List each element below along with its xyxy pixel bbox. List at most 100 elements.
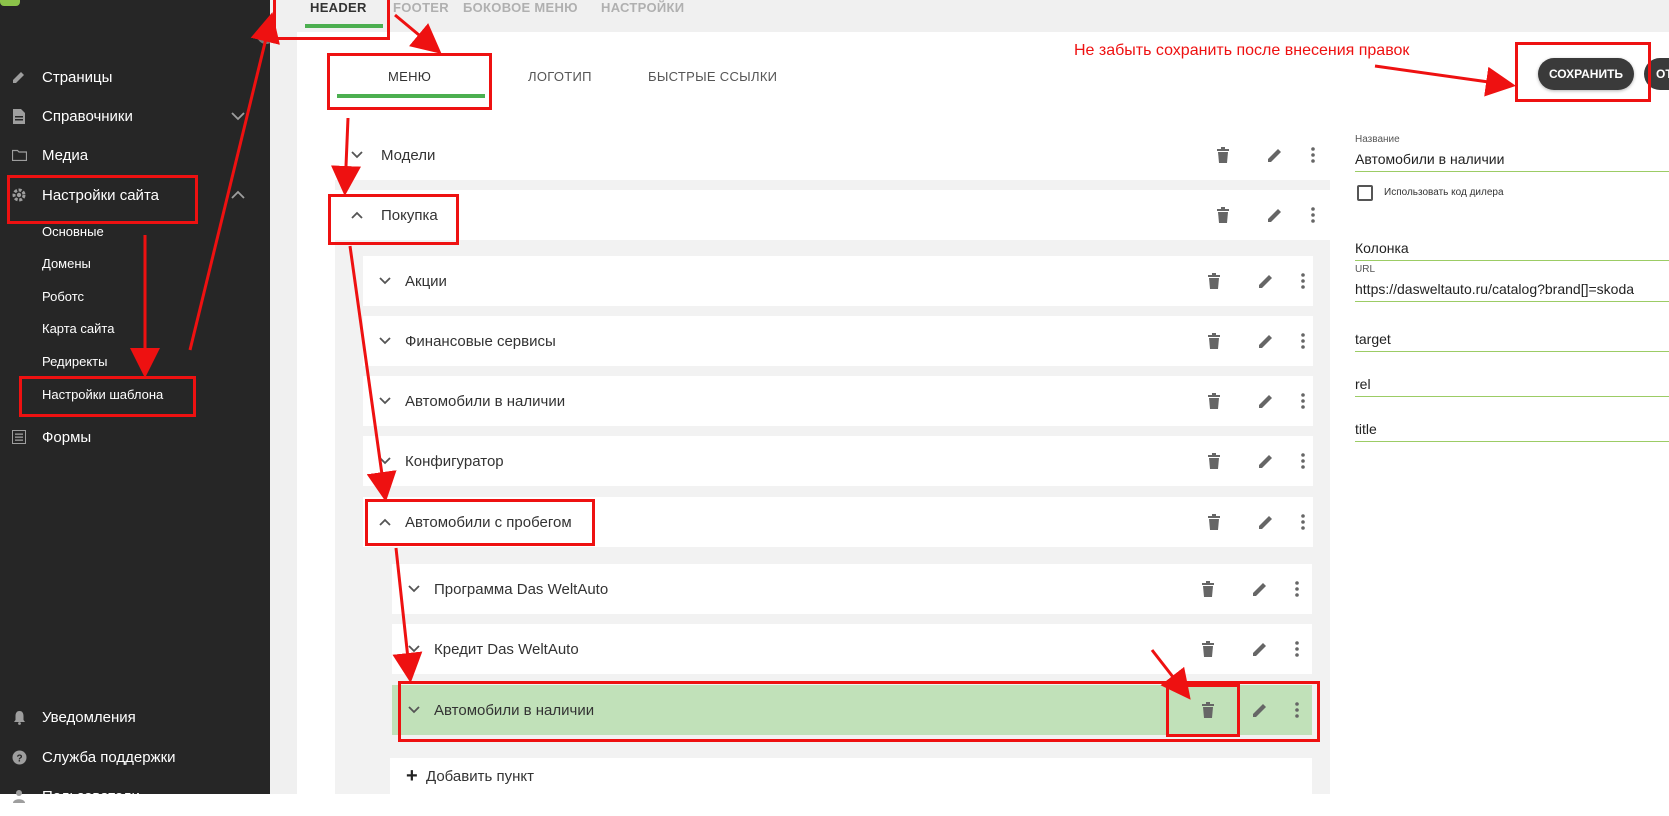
- edit-icon[interactable]: [1250, 700, 1270, 720]
- tab-quick-links[interactable]: БЫСТРЫЕ ССЫЛКИ: [648, 69, 777, 84]
- sidebar-item-media[interactable]: Медиа: [0, 135, 270, 175]
- edit-icon[interactable]: [1250, 579, 1270, 599]
- edit-icon[interactable]: [1265, 205, 1285, 225]
- annotation-note: Не забыть сохранить после внесения право…: [1074, 42, 1410, 59]
- more-vert-icon[interactable]: [1287, 639, 1307, 659]
- url-field[interactable]: https://dasweltauto.ru/catalog?brand[]=s…: [1355, 281, 1669, 302]
- tab-settings[interactable]: НАСТРОЙКИ: [601, 0, 684, 15]
- tab-side-menu[interactable]: БОКОВОЕ МЕНЮ: [463, 0, 578, 15]
- trash-icon[interactable]: [1198, 700, 1218, 720]
- trash-icon[interactable]: [1204, 512, 1224, 532]
- add-menu-item-button[interactable]: + Добавить пункт: [390, 758, 1312, 794]
- name-field[interactable]: Автомобили в наличии: [1355, 151, 1669, 172]
- menu-item-label: Кредит Das WeltAuto: [434, 640, 579, 658]
- edit-icon[interactable]: [1256, 331, 1276, 351]
- chevron-up-icon[interactable]: [377, 514, 393, 530]
- target-field[interactable]: target: [1355, 331, 1669, 352]
- tab-logo[interactable]: ЛОГОТИП: [528, 69, 592, 84]
- chevron-down-icon[interactable]: [406, 702, 422, 718]
- list-icon: [10, 428, 28, 446]
- sidebar-item-site-settings[interactable]: Настройки сайта: [0, 175, 270, 215]
- edit-icon[interactable]: [1265, 145, 1285, 165]
- trash-icon[interactable]: [1204, 271, 1224, 291]
- sidebar-subitem-template-settings[interactable]: Настройки шаблона: [42, 387, 163, 402]
- document-icon: [10, 107, 28, 125]
- tab-menu[interactable]: МЕНЮ: [388, 69, 431, 84]
- menu-item[interactable]: Автомобили с пробегом: [363, 497, 1313, 547]
- sidebar-item-label: Справочники: [42, 107, 133, 125]
- trash-icon[interactable]: [1204, 451, 1224, 471]
- menu-item[interactable]: Кредит Das WeltAuto: [392, 624, 1312, 674]
- edit-icon[interactable]: [1256, 512, 1276, 532]
- pencil-icon: [10, 68, 28, 86]
- menu-item[interactable]: Модели: [335, 130, 1330, 180]
- edit-icon[interactable]: [1256, 451, 1276, 471]
- trash-icon[interactable]: [1198, 579, 1218, 599]
- edit-icon[interactable]: [1256, 391, 1276, 411]
- trash-icon[interactable]: [1213, 205, 1233, 225]
- chevron-down-icon[interactable]: [349, 147, 365, 163]
- chevron-up-icon[interactable]: [349, 207, 365, 223]
- more-vert-icon[interactable]: [1287, 579, 1307, 599]
- menu-item[interactable]: Конфигуратор: [363, 436, 1313, 486]
- menu-item[interactable]: Акции: [363, 256, 1313, 306]
- tab-footer[interactable]: FOOTER: [393, 0, 449, 15]
- menu-item[interactable]: Программа Das WeltAuto: [392, 564, 1312, 614]
- column-field[interactable]: Колонка: [1355, 240, 1669, 261]
- trash-icon[interactable]: [1204, 331, 1224, 351]
- sidebar-subitem-domains[interactable]: Домены: [42, 256, 91, 271]
- more-vert-icon[interactable]: [1293, 451, 1313, 471]
- edit-icon[interactable]: [1250, 639, 1270, 659]
- edit-icon[interactable]: [1256, 271, 1276, 291]
- rel-field[interactable]: rel: [1355, 376, 1669, 397]
- more-vert-icon[interactable]: [1293, 391, 1313, 411]
- more-vert-icon[interactable]: [1303, 145, 1323, 165]
- secondary-button[interactable]: ОТ: [1644, 58, 1669, 90]
- chevron-down-icon[interactable]: [377, 273, 393, 289]
- more-vert-icon[interactable]: [1287, 700, 1307, 720]
- sidebar-item-directories[interactable]: Справочники: [0, 96, 270, 136]
- menu-item[interactable]: Автомобили в наличии: [363, 376, 1313, 426]
- sidebar-subitem-robots[interactable]: Роботс: [42, 289, 84, 304]
- more-vert-icon[interactable]: [1293, 271, 1313, 291]
- sidebar-item-pages[interactable]: Страницы: [0, 57, 270, 97]
- menu-item-label: Модели: [381, 146, 436, 164]
- menu-item[interactable]: Покупка: [335, 190, 1330, 240]
- sidebar: Страницы Справочники Медиа Настройки сай…: [0, 0, 270, 805]
- menu-item[interactable]: Финансовые сервисы: [363, 316, 1313, 366]
- sidebar-item-notifications[interactable]: Уведомления: [0, 697, 270, 737]
- sidebar-item-support[interactable]: ? Служба поддержки: [0, 737, 270, 777]
- menu-item-label: Автомобили в наличии: [405, 392, 566, 410]
- gear-icon: [10, 186, 28, 204]
- chevron-down-icon[interactable]: [377, 333, 393, 349]
- chevron-down-icon[interactable]: [377, 453, 393, 469]
- chevron-up-icon[interactable]: [230, 187, 246, 203]
- chevron-down-icon[interactable]: [406, 641, 422, 657]
- dealer-code-checkbox[interactable]: [1357, 185, 1373, 201]
- sidebar-subitem-sitemap[interactable]: Карта сайта: [42, 321, 114, 336]
- name-label: Название: [1355, 134, 1400, 145]
- sidebar-item-forms[interactable]: Формы: [0, 417, 270, 457]
- chevron-down-icon[interactable]: [230, 108, 246, 124]
- title-field[interactable]: title: [1355, 421, 1669, 442]
- logo: [0, 0, 20, 6]
- sidebar-item-label: Уведомления: [42, 708, 136, 726]
- trash-icon[interactable]: [1198, 639, 1218, 659]
- more-vert-icon[interactable]: [1293, 512, 1313, 532]
- more-vert-icon[interactable]: [1293, 331, 1313, 351]
- chevron-down-icon[interactable]: [377, 393, 393, 409]
- more-vert-icon[interactable]: [1303, 205, 1323, 225]
- tab-header[interactable]: HEADER: [310, 0, 367, 15]
- active-inner-tab-indicator: [337, 94, 485, 98]
- sidebar-subitem-basic[interactable]: Основные: [42, 224, 104, 239]
- menu-item-selected[interactable]: Автомобили в наличии: [392, 685, 1312, 735]
- sidebar-item-label: Медиа: [42, 146, 89, 164]
- folder-icon: [10, 146, 28, 164]
- trash-icon[interactable]: [1204, 391, 1224, 411]
- save-button[interactable]: СОХРАНИТЬ: [1538, 58, 1634, 90]
- sidebar-item-users[interactable]: Пользователи: [0, 776, 270, 816]
- menu-item-label: Финансовые сервисы: [405, 332, 556, 350]
- sidebar-subitem-redirects[interactable]: Редиректы: [42, 354, 107, 369]
- chevron-down-icon[interactable]: [406, 581, 422, 597]
- trash-icon[interactable]: [1213, 145, 1233, 165]
